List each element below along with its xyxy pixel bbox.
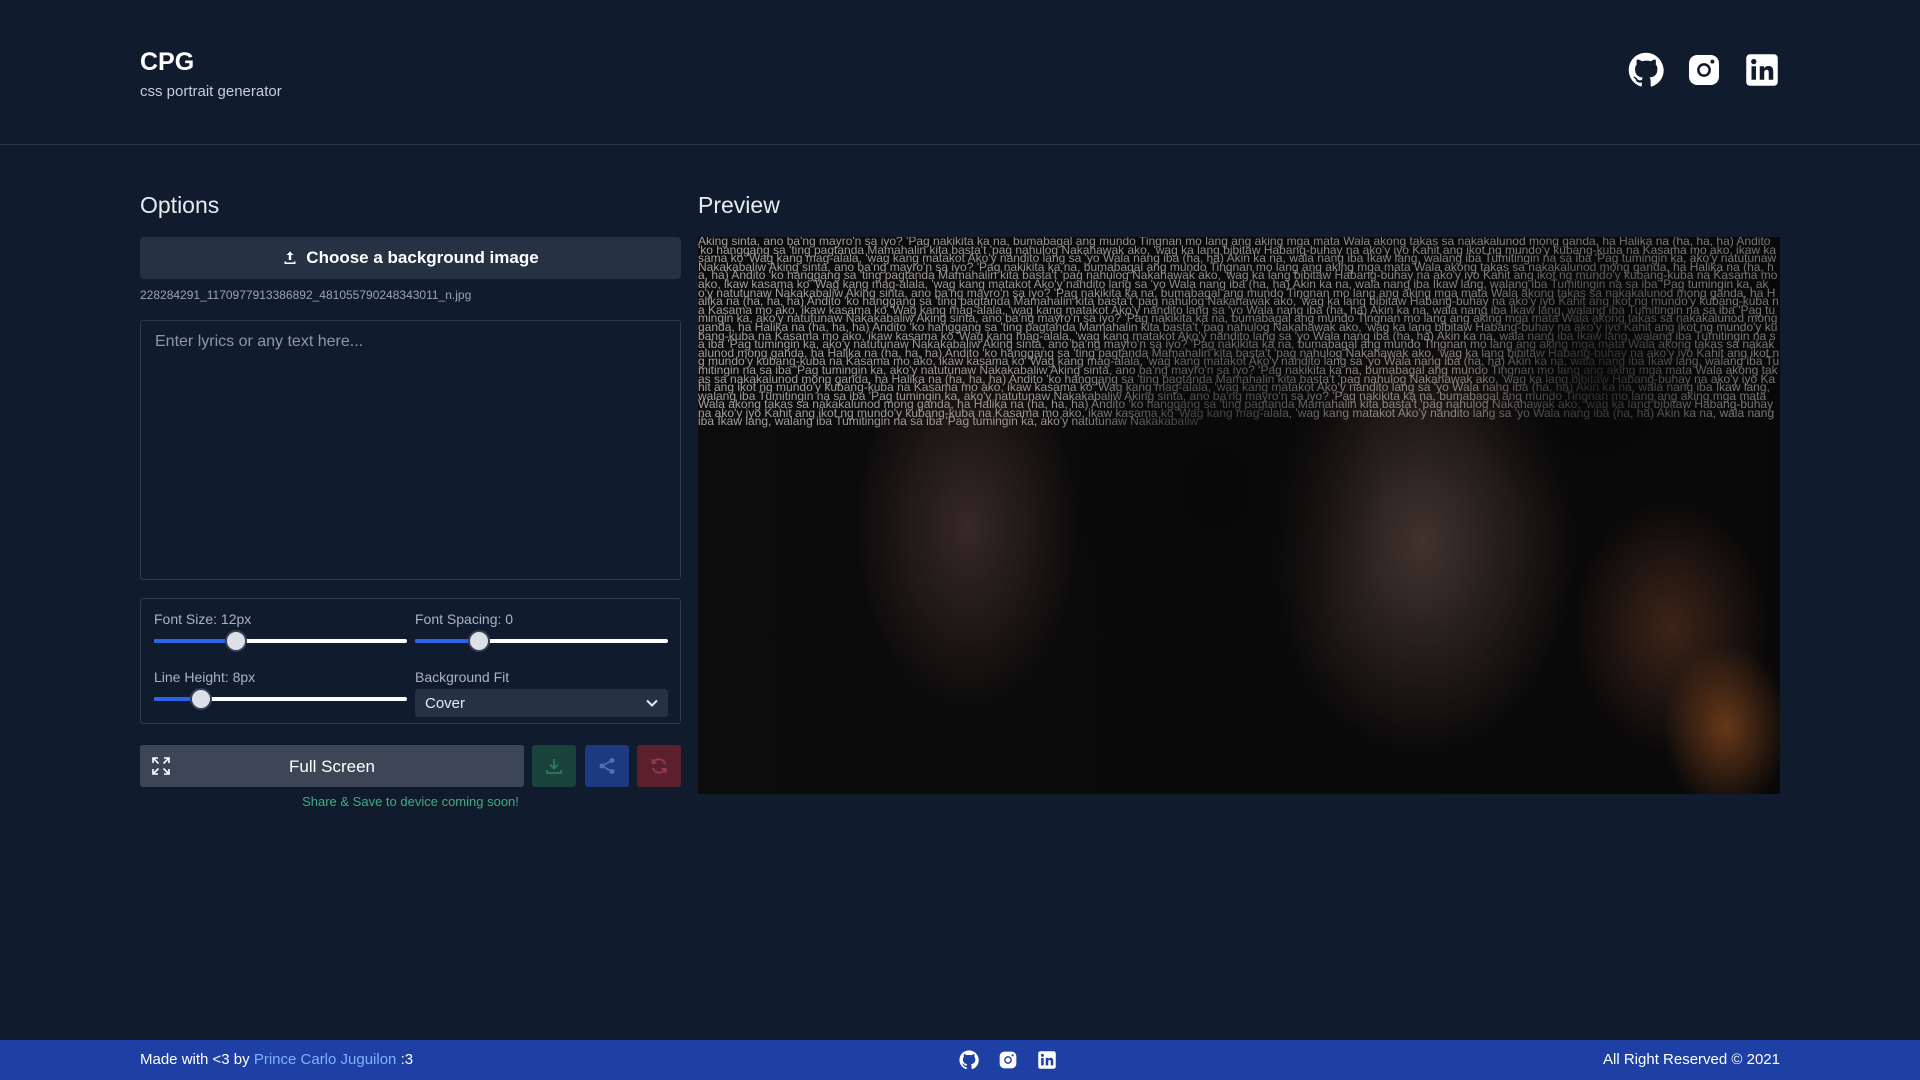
- author-link[interactable]: Prince Carlo Juguilon: [254, 1051, 397, 1068]
- share-button[interactable]: [585, 745, 629, 787]
- background-fit-control: Background Fit Cover: [415, 669, 668, 717]
- background-fit-label: Background Fit: [415, 669, 510, 685]
- line-height-control: Line Height: 8px: [154, 669, 407, 710]
- selected-file-name: 228284291_1170977913386892_4810557902483…: [140, 288, 472, 302]
- choose-background-label: Choose a background image: [306, 248, 539, 267]
- copyright-text: All Right Reserved © 2021: [1603, 1051, 1780, 1068]
- refresh-icon: [651, 758, 667, 774]
- github-icon[interactable]: [1628, 52, 1664, 88]
- full-screen-button[interactable]: Full Screen: [140, 745, 524, 787]
- linkedin-icon[interactable]: [1037, 1050, 1057, 1070]
- download-icon: [546, 759, 562, 774]
- line-height-slider-thumb[interactable]: [189, 688, 212, 710]
- font-spacing-slider-thumb[interactable]: [468, 630, 491, 652]
- full-screen-label: Full Screen: [289, 757, 375, 776]
- preview-title: Preview: [698, 192, 780, 218]
- lyrics-input[interactable]: [140, 320, 681, 580]
- background-fit-select[interactable]: Cover: [415, 689, 668, 717]
- background-fit-value: Cover: [425, 694, 466, 712]
- upload-icon: [284, 251, 296, 264]
- chevron-down-icon: [646, 699, 658, 707]
- font-spacing-slider[interactable]: [415, 630, 668, 652]
- controls-panel: Font Size: 12px Font Spacing: 0 Line Hei…: [140, 598, 681, 724]
- download-button[interactable]: [532, 745, 576, 787]
- portrait-preview: Aking sinta, ano ba'ng mayro'n sa iyo? '…: [698, 237, 1780, 794]
- instagram-icon[interactable]: [1686, 52, 1722, 88]
- github-icon[interactable]: [959, 1050, 979, 1070]
- font-size-slider[interactable]: [154, 630, 407, 652]
- made-with-text: Made with <3 by: [140, 1051, 250, 1068]
- app-title: CPG: [140, 48, 195, 76]
- footer-social-links: [959, 1050, 1057, 1070]
- font-size-control: Font Size: 12px: [154, 611, 407, 652]
- coming-soon-notice: Share & Save to device coming soon!: [302, 794, 519, 809]
- choose-background-button[interactable]: Choose a background image: [140, 237, 681, 279]
- line-height-label: Line Height: 8px: [154, 669, 256, 685]
- line-height-slider[interactable]: [154, 688, 407, 710]
- share-icon: [599, 758, 615, 774]
- social-links: [1628, 52, 1780, 88]
- app-header: CPG css portrait generator: [0, 0, 1920, 145]
- footer: Made with <3 by Prince Carlo Juguilon :3…: [0, 1040, 1920, 1080]
- font-size-slider-thumb[interactable]: [224, 630, 247, 652]
- font-size-label: Font Size: 12px: [154, 611, 252, 627]
- preview-lyrics-text: Aking sinta, ano ba'ng mayro'n sa iyo? '…: [698, 237, 1780, 429]
- font-spacing-label: Font Spacing: 0: [415, 611, 514, 627]
- linkedin-icon[interactable]: [1744, 52, 1780, 88]
- font-spacing-control: Font Spacing: 0: [415, 611, 668, 652]
- brand: CPG css portrait generator: [140, 48, 282, 100]
- credit-suffix: :3: [400, 1051, 414, 1068]
- refresh-button[interactable]: [637, 745, 681, 787]
- footer-credit: Made with <3 by Prince Carlo Juguilon :3: [140, 1051, 413, 1068]
- instagram-icon[interactable]: [998, 1050, 1018, 1070]
- options-title: Options: [140, 192, 220, 218]
- app-subtitle: css portrait generator: [140, 83, 282, 100]
